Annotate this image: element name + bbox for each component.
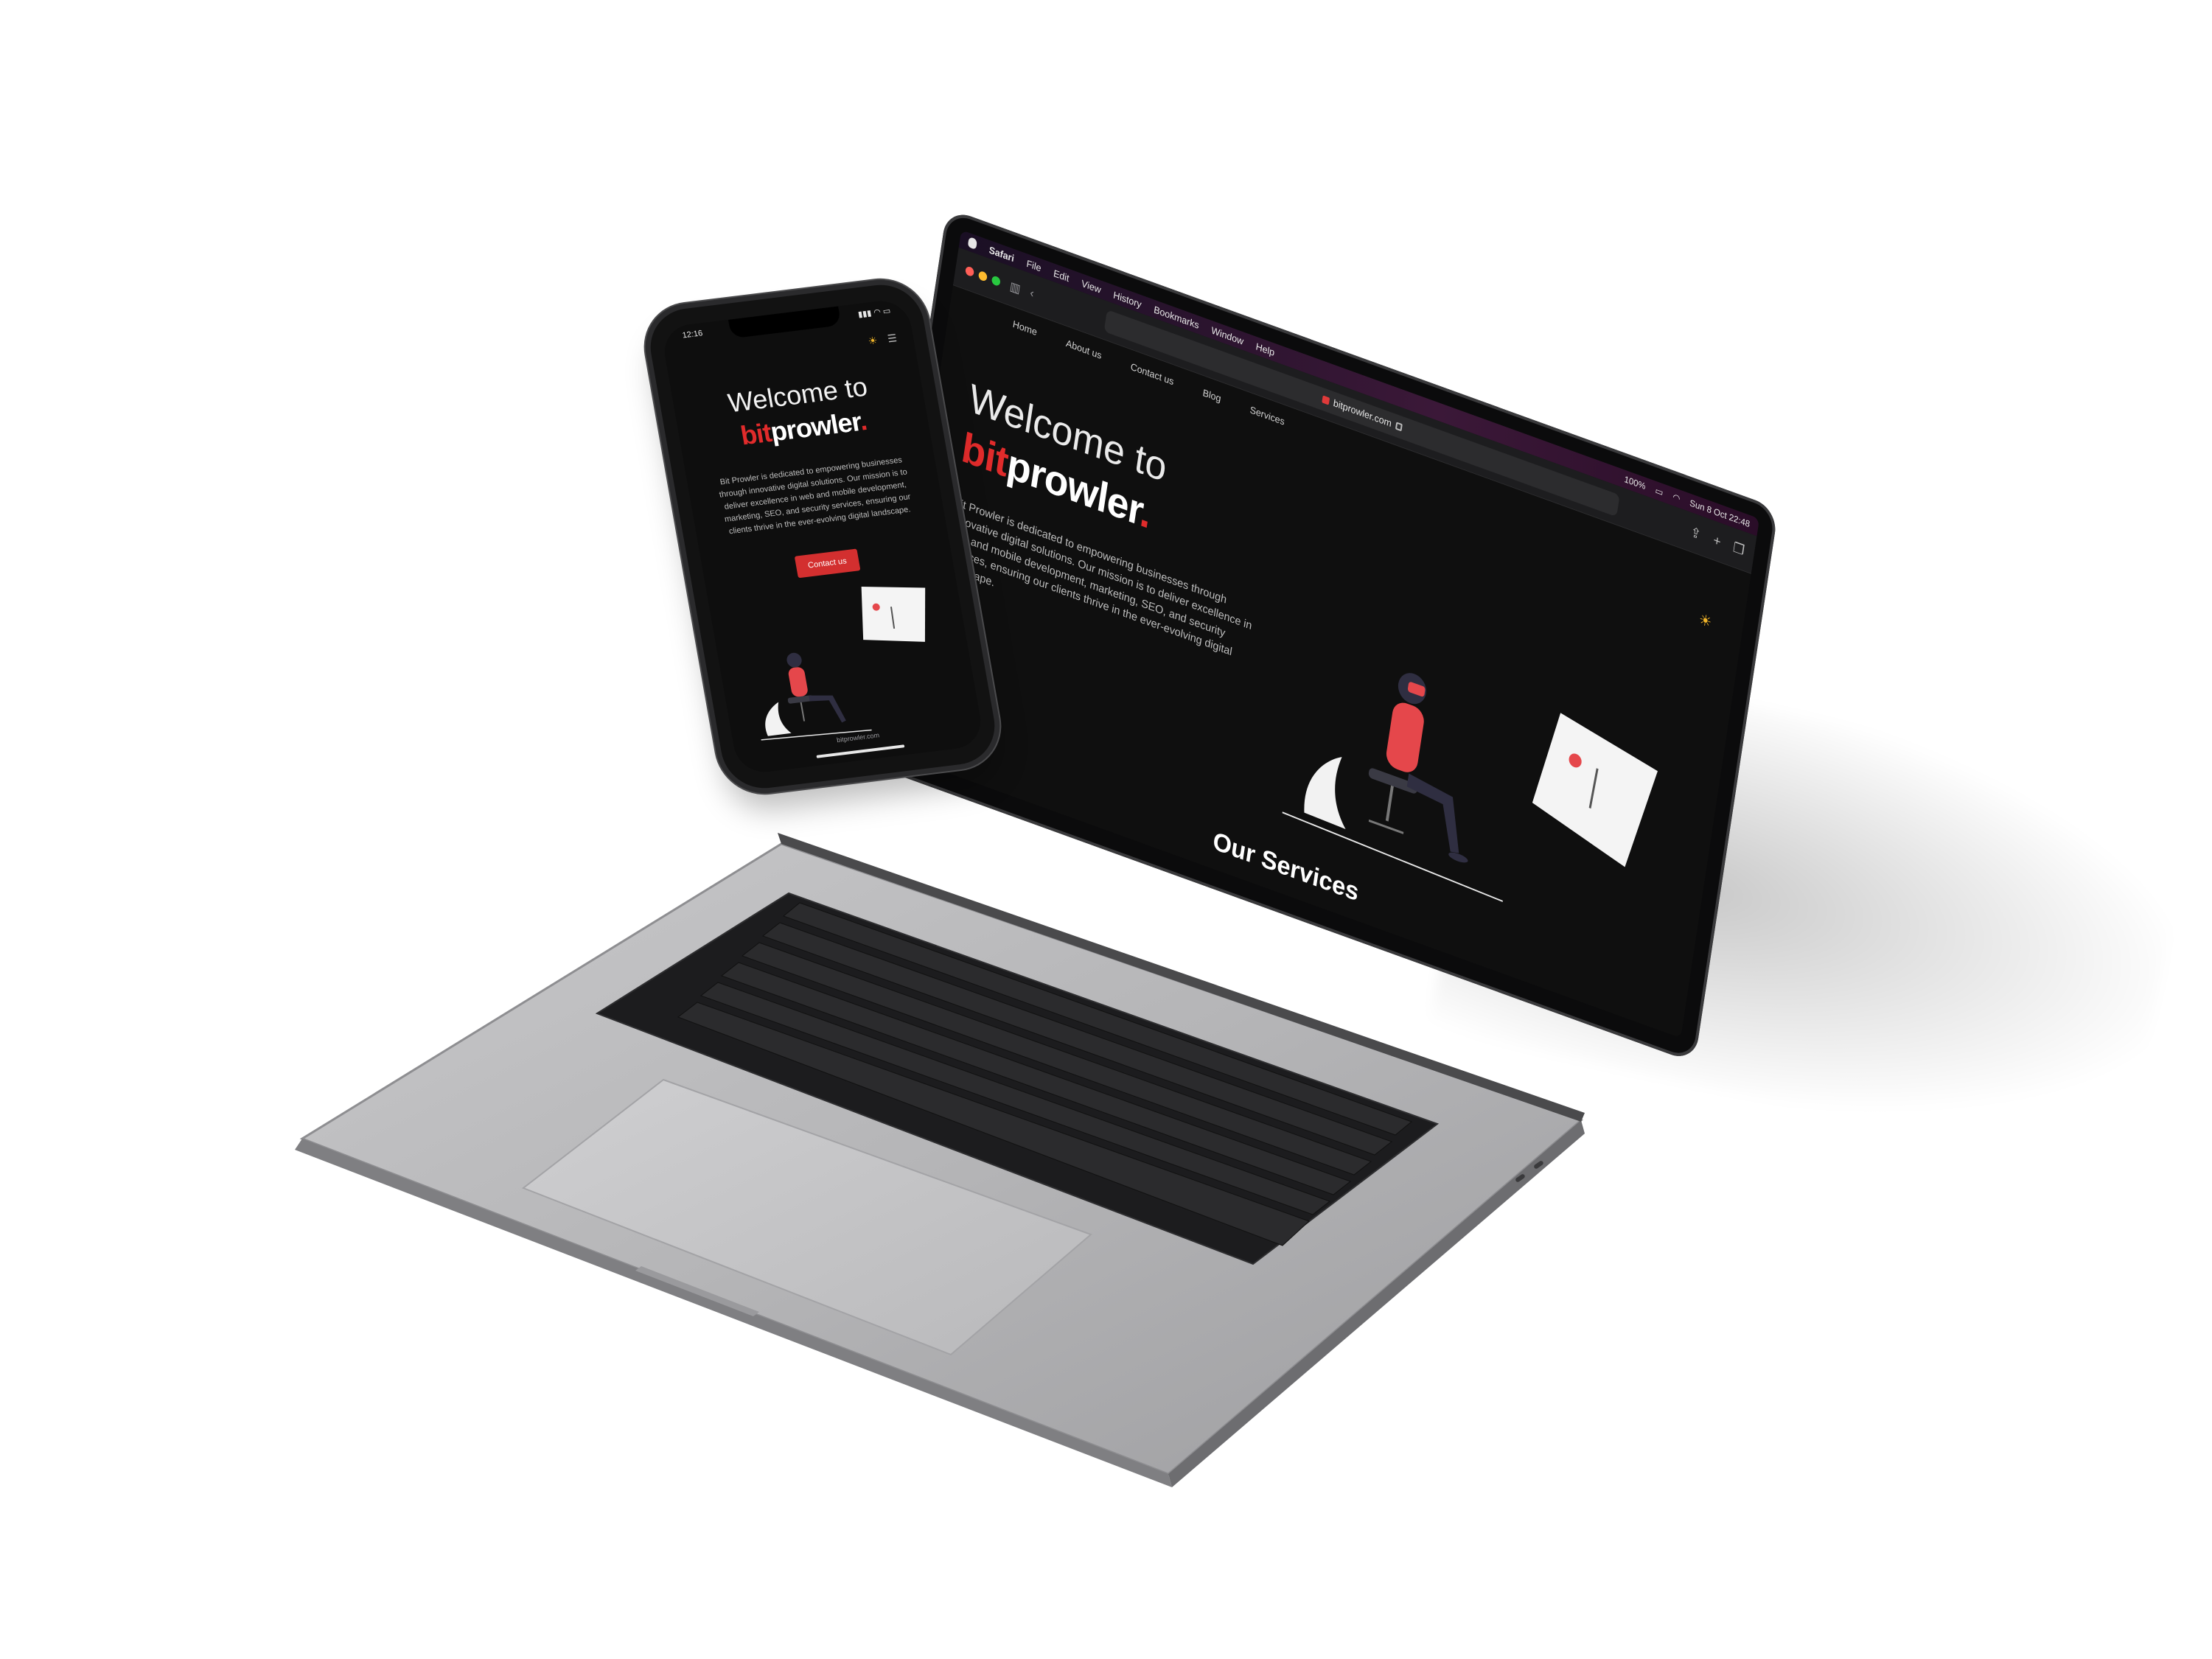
- apple-icon[interactable]: [967, 236, 978, 250]
- address-url: bitprowler.com: [1332, 397, 1392, 430]
- phone-top-icons: ☀ ☰: [867, 332, 898, 348]
- hero-description: Bit Prowler is dedicated to empowering b…: [943, 495, 1253, 659]
- phone-time: 12:16: [681, 329, 704, 340]
- mockup-stage: Safari File Edit View History Bookmarks …: [0, 0, 2212, 1659]
- sun-icon[interactable]: ☀: [1698, 610, 1713, 632]
- sun-icon[interactable]: ☀: [867, 334, 878, 347]
- phone-status-bar: 12:16 ▮▮▮ ◠ ▭: [682, 306, 892, 340]
- home-indicator[interactable]: [816, 744, 905, 758]
- nav-about[interactable]: About us: [1065, 338, 1102, 361]
- lock-icon: [1395, 421, 1403, 431]
- menu-icon[interactable]: ☰: [887, 332, 898, 345]
- zoom-window-button[interactable]: [991, 274, 1001, 287]
- new-tab-icon[interactable]: +: [1712, 532, 1722, 550]
- sidebar-icon[interactable]: ▥: [1009, 279, 1022, 297]
- phone-hero-description: Bit Prowler is dedicated to empowering b…: [718, 455, 912, 537]
- nav-contact[interactable]: Contact us: [1130, 360, 1175, 387]
- menu-edit[interactable]: Edit: [1053, 267, 1070, 283]
- nav-home[interactable]: Home: [1012, 318, 1038, 338]
- contact-us-button[interactable]: Contact us: [794, 548, 861, 579]
- window-controls: [965, 265, 1001, 287]
- safari-actions: ⇪ + ❐: [1689, 524, 1745, 559]
- wifi-icon[interactable]: ◠: [1672, 492, 1681, 504]
- back-icon[interactable]: ‹: [1029, 286, 1035, 301]
- nav-blog[interactable]: Blog: [1202, 387, 1222, 405]
- minimize-window-button[interactable]: [977, 270, 988, 282]
- menu-file[interactable]: File: [1026, 257, 1042, 273]
- phone-hero-illustration: [761, 586, 926, 741]
- close-window-button[interactable]: [965, 265, 975, 277]
- battery-icon[interactable]: ▭: [1655, 485, 1664, 498]
- hero-illustration: [1282, 673, 1658, 902]
- phone-signal-icon: ▮▮▮ ◠ ▭: [857, 306, 892, 320]
- favicon: [1322, 394, 1330, 405]
- nav-services[interactable]: Services: [1249, 404, 1285, 427]
- tabs-icon[interactable]: ❐: [1732, 539, 1745, 559]
- share-icon[interactable]: ⇪: [1689, 524, 1702, 543]
